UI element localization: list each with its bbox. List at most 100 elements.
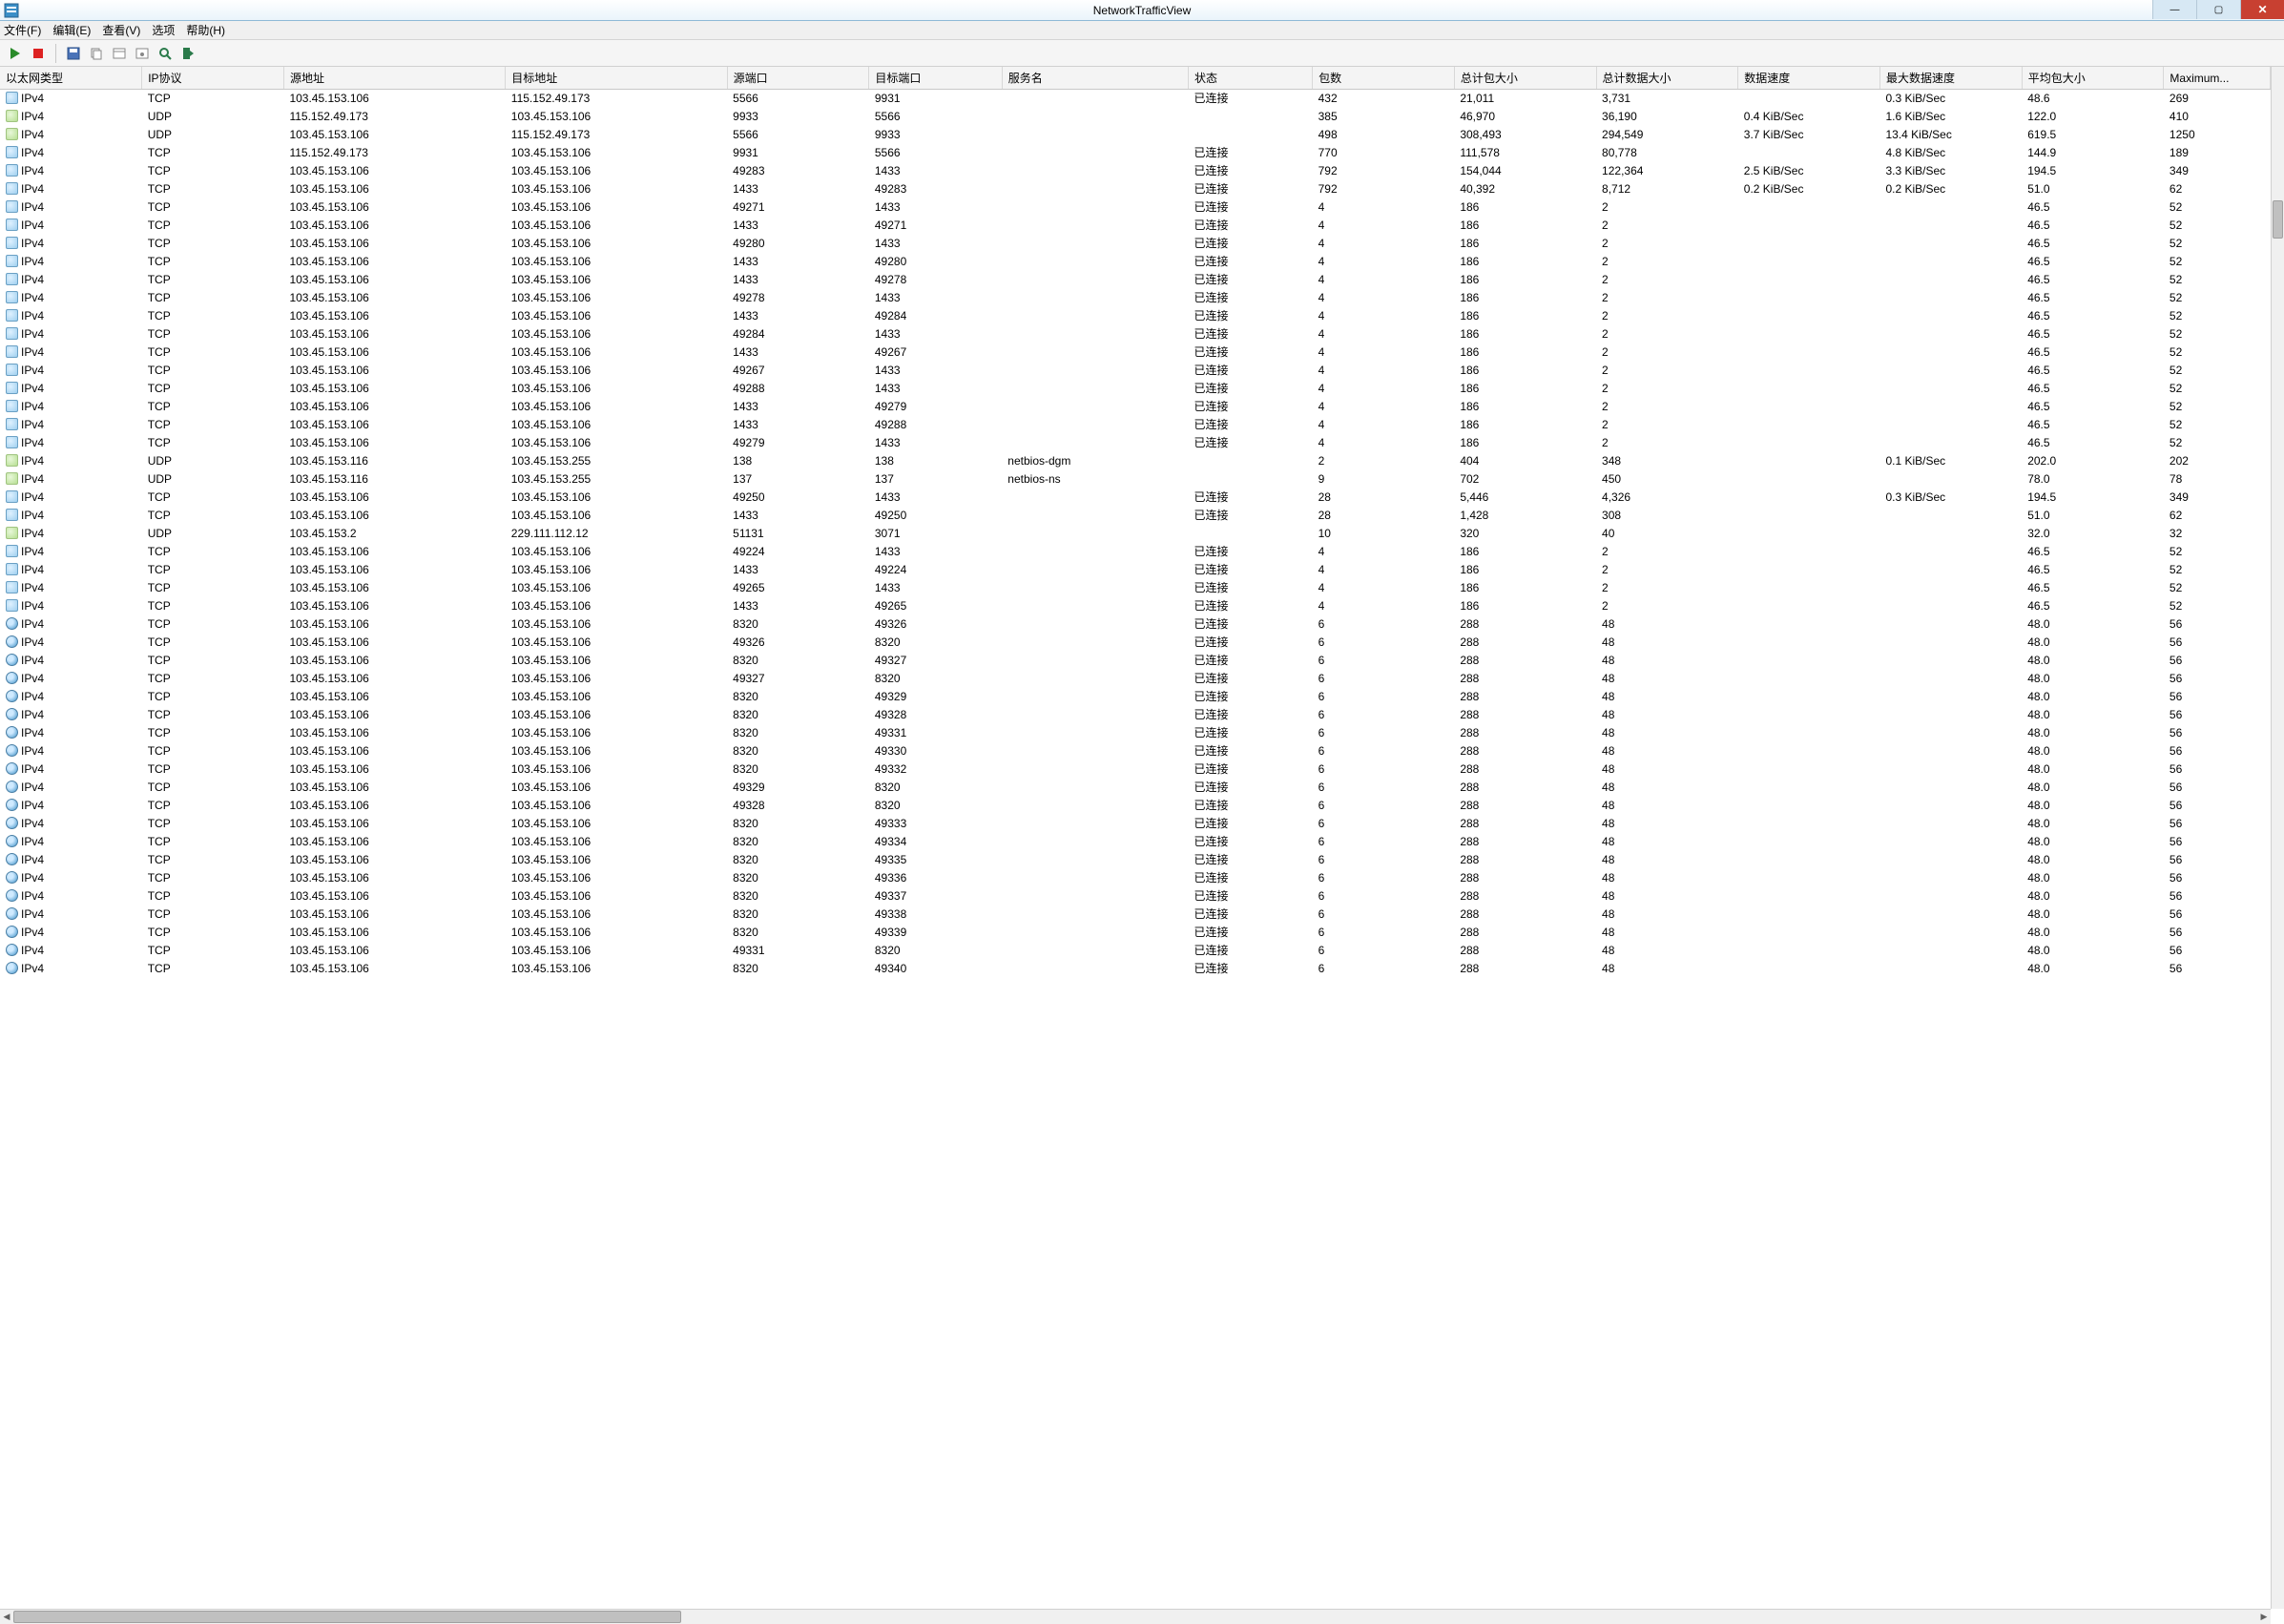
cell-avgsz: 46.5 (2022, 325, 2164, 344)
table-row[interactable]: IPv4TCP103.45.153.106103.45.153.10683204… (0, 833, 2271, 851)
table-row[interactable]: IPv4TCP103.45.153.106103.45.153.10649271… (0, 198, 2271, 217)
table-row[interactable]: IPv4UDP115.152.49.173103.45.153.10699335… (0, 108, 2271, 126)
table-row[interactable]: IPv4TCP103.45.153.106103.45.153.10649280… (0, 235, 2271, 253)
table-row[interactable]: IPv4TCP103.45.153.106103.45.153.10683204… (0, 815, 2271, 833)
exit-button[interactable] (178, 44, 197, 63)
options-button[interactable] (133, 44, 152, 63)
table-row[interactable]: IPv4TCP103.45.153.106103.45.153.10649328… (0, 797, 2271, 815)
cell-dst: 103.45.153.106 (506, 670, 727, 688)
cell-max: 410 (2164, 108, 2271, 126)
stop-capture-button[interactable] (29, 44, 48, 63)
column-header-tdsz[interactable]: 总计数据大小 (1596, 67, 1738, 90)
table-row[interactable]: IPv4TCP103.45.153.106103.45.153.10649331… (0, 942, 2271, 960)
traffic-table: 以太网类型IP协议源地址目标地址源端口目标端口服务名状态包数总计包大小总计数据大… (0, 67, 2271, 978)
table-row[interactable]: IPv4TCP103.45.153.106103.45.153.10649224… (0, 543, 2271, 561)
table-row[interactable]: IPv4TCP103.45.153.106103.45.153.10614334… (0, 307, 2271, 325)
save-button[interactable] (64, 44, 83, 63)
menu-edit[interactable]: 编辑(E) (52, 22, 91, 38)
column-header-proto[interactable]: IP协议 (142, 67, 284, 90)
table-row[interactable]: IPv4TCP103.45.153.106103.45.153.10683204… (0, 906, 2271, 924)
cell-max: 52 (2164, 398, 2271, 416)
table-row[interactable]: IPv4TCP103.45.153.106103.45.153.10683204… (0, 760, 2271, 779)
table-row[interactable]: IPv4TCP103.45.153.106103.45.153.10683204… (0, 869, 2271, 887)
column-header-tpsz[interactable]: 总计包大小 (1454, 67, 1596, 90)
table-row[interactable]: IPv4TCP103.45.153.106103.45.153.10614334… (0, 398, 2271, 416)
menu-options[interactable]: 选项 (152, 22, 175, 38)
table-row[interactable]: IPv4UDP103.45.153.2229.111.112.125113130… (0, 525, 2271, 543)
table-row[interactable]: IPv4TCP103.45.153.106103.45.153.10614334… (0, 271, 2271, 289)
column-header-pkts[interactable]: 包数 (1313, 67, 1455, 90)
find-button[interactable] (156, 44, 175, 63)
column-header-sport[interactable]: 源端口 (727, 67, 869, 90)
menu-file[interactable]: 文件(F) (4, 22, 41, 38)
cell-status (1188, 126, 1312, 144)
cell-rate (1738, 144, 1880, 162)
column-header-maxrate[interactable]: 最大数据速度 (1879, 67, 2022, 90)
table-row[interactable]: IPv4TCP103.45.153.106103.45.153.10649327… (0, 670, 2271, 688)
cell-dst: 103.45.153.106 (506, 235, 727, 253)
table-row[interactable]: IPv4TCP103.45.153.106103.45.153.10614334… (0, 344, 2271, 362)
column-header-eth[interactable]: 以太网类型 (0, 67, 142, 90)
column-header-rate[interactable]: 数据速度 (1738, 67, 1880, 90)
minimize-button[interactable]: — (2152, 0, 2196, 19)
copy-button[interactable] (87, 44, 106, 63)
table-row[interactable]: IPv4TCP103.45.153.106103.45.153.10649250… (0, 489, 2271, 507)
menu-help[interactable]: 帮助(H) (186, 22, 225, 38)
table-row[interactable]: IPv4TCP103.45.153.106103.45.153.10614334… (0, 416, 2271, 434)
scrollbar-thumb[interactable] (2273, 200, 2283, 239)
table-row[interactable]: IPv4TCP103.45.153.106103.45.153.10649283… (0, 162, 2271, 180)
column-header-dst[interactable]: 目标地址 (506, 67, 727, 90)
table-row[interactable]: IPv4TCP103.45.153.106103.45.153.10614334… (0, 507, 2271, 525)
titlebar[interactable]: NetworkTrafficView — ▢ ✕ (0, 0, 2284, 21)
table-row[interactable]: IPv4TCP103.45.153.106103.45.153.10649278… (0, 289, 2271, 307)
table-row[interactable]: IPv4TCP103.45.153.106103.45.153.10649329… (0, 779, 2271, 797)
table-row[interactable]: IPv4TCP103.45.153.106103.45.153.10683204… (0, 688, 2271, 706)
table-row[interactable]: IPv4TCP103.45.153.106103.45.153.10649279… (0, 434, 2271, 452)
start-capture-button[interactable] (6, 44, 25, 63)
column-header-svc[interactable]: 服务名 (1002, 67, 1188, 90)
column-header-max[interactable]: Maximum... (2164, 67, 2271, 90)
cell-svc (1002, 489, 1188, 507)
properties-button[interactable] (110, 44, 129, 63)
table-row[interactable]: IPv4TCP103.45.153.106103.45.153.10614334… (0, 253, 2271, 271)
table-row[interactable]: IPv4UDP103.45.153.106115.152.49.17355669… (0, 126, 2271, 144)
table-row[interactable]: IPv4TCP103.45.153.106103.45.153.10614334… (0, 561, 2271, 579)
cell-max: 52 (2164, 325, 2271, 344)
maximize-button[interactable]: ▢ (2196, 0, 2240, 19)
cell-dst: 103.45.153.106 (506, 344, 727, 362)
scroll-left-arrow[interactable]: ◀ (0, 1610, 13, 1624)
table-row[interactable]: IPv4UDP103.45.153.116103.45.153.25513813… (0, 452, 2271, 470)
table-row[interactable]: IPv4TCP103.45.153.106103.45.153.10683204… (0, 724, 2271, 742)
column-header-status[interactable]: 状态 (1188, 67, 1312, 90)
scrollbar-thumb[interactable] (13, 1611, 681, 1623)
table-row[interactable]: IPv4TCP103.45.153.106115.152.49.17355669… (0, 90, 2271, 109)
table-row[interactable]: IPv4TCP103.45.153.106103.45.153.10649326… (0, 634, 2271, 652)
table-row[interactable]: IPv4TCP103.45.153.106103.45.153.10614334… (0, 217, 2271, 235)
column-header-avgsz[interactable]: 平均包大小 (2022, 67, 2164, 90)
table-row[interactable]: IPv4TCP103.45.153.106103.45.153.10649267… (0, 362, 2271, 380)
table-row[interactable]: IPv4TCP103.45.153.106103.45.153.10649284… (0, 325, 2271, 344)
menu-view[interactable]: 查看(V) (102, 22, 140, 38)
table-row[interactable]: IPv4TCP103.45.153.106103.45.153.10683204… (0, 706, 2271, 724)
table-row[interactable]: IPv4TCP103.45.153.106103.45.153.10683204… (0, 851, 2271, 869)
grid-scroll-area[interactable]: 以太网类型IP协议源地址目标地址源端口目标端口服务名状态包数总计包大小总计数据大… (0, 67, 2271, 1609)
table-row[interactable]: IPv4TCP103.45.153.106103.45.153.10614334… (0, 180, 2271, 198)
column-header-src[interactable]: 源地址 (283, 67, 505, 90)
table-row[interactable]: IPv4TCP103.45.153.106103.45.153.10614334… (0, 597, 2271, 615)
table-row[interactable]: IPv4TCP103.45.153.106103.45.153.10683204… (0, 742, 2271, 760)
vertical-scrollbar[interactable] (2271, 67, 2284, 1609)
table-row[interactable]: IPv4TCP115.152.49.173103.45.153.10699315… (0, 144, 2271, 162)
table-row[interactable]: IPv4TCP103.45.153.106103.45.153.10649265… (0, 579, 2271, 597)
table-row[interactable]: IPv4TCP103.45.153.106103.45.153.10683204… (0, 652, 2271, 670)
table-row[interactable]: IPv4TCP103.45.153.106103.45.153.10683204… (0, 924, 2271, 942)
table-row[interactable]: IPv4TCP103.45.153.106103.45.153.10683204… (0, 615, 2271, 634)
horizontal-scrollbar[interactable]: ◀ ▶ (0, 1609, 2271, 1624)
cell-tpsz: 288 (1454, 615, 1596, 634)
table-row[interactable]: IPv4TCP103.45.153.106103.45.153.10683204… (0, 887, 2271, 906)
table-row[interactable]: IPv4UDP103.45.153.116103.45.153.25513713… (0, 470, 2271, 489)
column-header-dport[interactable]: 目标端口 (869, 67, 1002, 90)
close-button[interactable]: ✕ (2240, 0, 2284, 19)
table-row[interactable]: IPv4TCP103.45.153.106103.45.153.10649288… (0, 380, 2271, 398)
scroll-right-arrow[interactable]: ▶ (2257, 1610, 2271, 1624)
table-row[interactable]: IPv4TCP103.45.153.106103.45.153.10683204… (0, 960, 2271, 978)
